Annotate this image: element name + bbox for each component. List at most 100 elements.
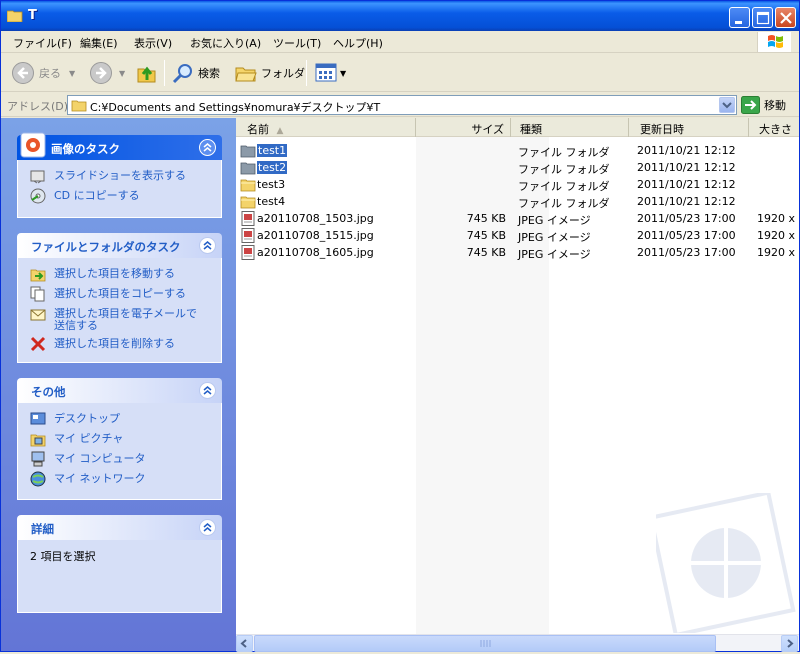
views-button[interactable]: ▼ bbox=[314, 61, 346, 85]
back-dropdown-icon[interactable]: ▼ bbox=[69, 69, 75, 78]
file-name[interactable]: test4 bbox=[257, 195, 285, 208]
up-folder-icon bbox=[137, 66, 156, 83]
file-name[interactable]: a20110708_1503.jpg bbox=[257, 212, 374, 225]
collapse-button[interactable] bbox=[199, 237, 216, 254]
scroll-thumb[interactable] bbox=[254, 635, 716, 652]
task-pane: 画像のタスク スライドショーを表示する CD にコピーする ファイルとフォルダの… bbox=[1, 118, 236, 651]
collapse-button[interactable] bbox=[199, 139, 216, 156]
move-icon bbox=[30, 269, 46, 282]
file-dimensions: 1920 x bbox=[757, 229, 796, 242]
other-places-header[interactable]: その他 bbox=[17, 378, 222, 403]
maximize-button[interactable] bbox=[752, 7, 773, 28]
details-header[interactable]: 詳細 bbox=[17, 515, 222, 540]
menu-help[interactable]: ヘルプ(H) bbox=[333, 35, 383, 51]
up-folder-button[interactable] bbox=[135, 61, 159, 85]
file-date: 2011/10/21 12:12 bbox=[637, 161, 736, 174]
task-slideshow[interactable]: スライドショーを表示する bbox=[30, 168, 211, 188]
picture-tasks-header[interactable]: 画像のタスク bbox=[17, 132, 222, 160]
task-delete[interactable]: 選択した項目を削除する bbox=[30, 336, 211, 356]
menu-tools[interactable]: ツール(T) bbox=[273, 35, 321, 51]
file-type: JPEG イメージ bbox=[518, 231, 591, 244]
folders-icon bbox=[235, 67, 257, 82]
file-size: 745 KB bbox=[466, 246, 506, 259]
task-email[interactable]: 選択した項目を電子メールで 送信する bbox=[30, 306, 211, 336]
task-copy[interactable]: 選択した項目をコピーする bbox=[30, 286, 211, 306]
file-date: 2011/10/21 12:12 bbox=[637, 178, 736, 191]
scroll-right-button[interactable] bbox=[781, 635, 798, 652]
grip-icon bbox=[480, 640, 491, 647]
file-name[interactable]: a20110708_1605.jpg bbox=[257, 246, 374, 259]
views-dropdown-icon[interactable]: ▼ bbox=[340, 69, 346, 78]
file-list[interactable]: 名前 ▲ サイズ 種類 更新日時 大きさ test1 ファイル フォルダ 2011/… bbox=[236, 118, 799, 634]
forward-arrow-icon bbox=[90, 62, 112, 84]
forward-button[interactable]: ▼ bbox=[89, 61, 125, 85]
menu-file[interactable]: ファイル(F) bbox=[13, 35, 72, 51]
copy-icon bbox=[30, 286, 45, 302]
file-row[interactable]: test3 ファイル フォルダ 2011/10/21 12:12 bbox=[236, 176, 799, 193]
horizontal-scrollbar[interactable] bbox=[236, 634, 799, 652]
collapse-button[interactable] bbox=[199, 519, 216, 536]
file-row[interactable]: test2 ファイル フォルダ 2011/10/21 12:12 bbox=[236, 159, 799, 176]
column-dimensions[interactable]: 大きさ bbox=[749, 118, 799, 137]
file-date: 2011/10/21 12:12 bbox=[637, 195, 736, 208]
chevron-up-icon bbox=[203, 523, 212, 532]
place-my-network[interactable]: マイ ネットワーク bbox=[30, 471, 211, 491]
search-button[interactable]: 検索 bbox=[171, 61, 220, 85]
file-row[interactable]: a20110708_1515.jpg 745 KB JPEG イメージ 2011/05… bbox=[236, 227, 799, 244]
chevron-left-icon bbox=[240, 639, 247, 648]
menu-favorites[interactable]: お気に入り(A) bbox=[190, 35, 261, 51]
place-my-computer[interactable]: マイ コンピュータ bbox=[30, 451, 211, 471]
column-type[interactable]: 種類 bbox=[511, 118, 629, 137]
title-bar[interactable]: T bbox=[1, 1, 799, 31]
jpeg-file-icon bbox=[241, 228, 255, 243]
column-size[interactable]: サイズ bbox=[416, 118, 511, 137]
folder-icon bbox=[240, 179, 256, 192]
folder-icon bbox=[71, 100, 87, 112]
picture-tasks-icon bbox=[20, 132, 46, 158]
back-button[interactable]: 戻る ▼ bbox=[11, 61, 75, 85]
file-type: JPEG イメージ bbox=[518, 248, 591, 261]
address-dropdown-button[interactable] bbox=[719, 97, 735, 113]
column-header: 名前 ▲ サイズ 種類 更新日時 大きさ bbox=[236, 118, 799, 137]
file-size: 745 KB bbox=[466, 212, 506, 225]
folder-icon bbox=[7, 10, 23, 22]
close-button[interactable] bbox=[775, 7, 796, 28]
file-folder-tasks-header[interactable]: ファイルとフォルダのタスク bbox=[17, 233, 222, 258]
column-date[interactable]: 更新日時 bbox=[629, 118, 749, 137]
my-network-icon bbox=[30, 471, 46, 487]
file-row[interactable]: test1 ファイル フォルダ 2011/10/21 12:12 bbox=[236, 142, 799, 159]
minimize-button[interactable] bbox=[729, 7, 750, 28]
menu-edit[interactable]: 編集(E) bbox=[80, 35, 118, 51]
task-move[interactable]: 選択した項目を移動する bbox=[30, 266, 211, 286]
go-button[interactable]: 移動 bbox=[741, 96, 786, 114]
menu-view[interactable]: 表示(V) bbox=[134, 35, 172, 51]
file-row[interactable]: test4 ファイル フォルダ 2011/10/21 12:12 bbox=[236, 193, 799, 210]
scroll-left-button[interactable] bbox=[236, 635, 253, 652]
forward-dropdown-icon[interactable]: ▼ bbox=[119, 69, 125, 78]
file-row[interactable]: a20110708_1503.jpg 745 KB JPEG イメージ 2011/05… bbox=[236, 210, 799, 227]
file-name[interactable]: test3 bbox=[257, 178, 285, 191]
file-name[interactable]: test2 bbox=[257, 161, 288, 174]
task-copy-to-cd[interactable]: CD にコピーする bbox=[30, 188, 211, 208]
search-icon bbox=[172, 64, 192, 84]
address-bar: アドレス(D) C:¥Documents and Settings¥nomura… bbox=[1, 93, 799, 117]
folder-icon bbox=[240, 162, 256, 175]
close-icon bbox=[780, 12, 792, 24]
file-row[interactable]: a20110708_1605.jpg 745 KB JPEG イメージ 2011/05… bbox=[236, 244, 799, 261]
other-places-panel: その他 デスクトップ マイ ピクチャ マイ コンピュータ マイ ネットワーク bbox=[17, 378, 222, 500]
other-places-body: デスクトップ マイ ピクチャ マイ コンピュータ マイ ネットワーク bbox=[17, 403, 222, 500]
windows-logo bbox=[757, 32, 791, 52]
details-body: 2 項目を選択 bbox=[17, 540, 222, 613]
toolbar-separator bbox=[164, 60, 165, 86]
email-icon bbox=[30, 309, 46, 321]
place-desktop[interactable]: デスクトップ bbox=[30, 411, 211, 431]
file-name[interactable]: a20110708_1515.jpg bbox=[257, 229, 374, 242]
file-name[interactable]: test1 bbox=[257, 144, 288, 157]
collapse-button[interactable] bbox=[199, 382, 216, 399]
folders-button[interactable]: フォルダ bbox=[234, 61, 305, 85]
place-my-pictures[interactable]: マイ ピクチャ bbox=[30, 431, 211, 451]
address-input[interactable]: C:¥Documents and Settings¥nomura¥デスクトップ¥… bbox=[67, 95, 737, 115]
picture-tasks-panel: 画像のタスク スライドショーを表示する CD にコピーする bbox=[17, 132, 222, 218]
sort-ascending-icon: ▲ bbox=[276, 126, 284, 136]
column-name[interactable]: 名前 ▲ bbox=[236, 118, 416, 137]
